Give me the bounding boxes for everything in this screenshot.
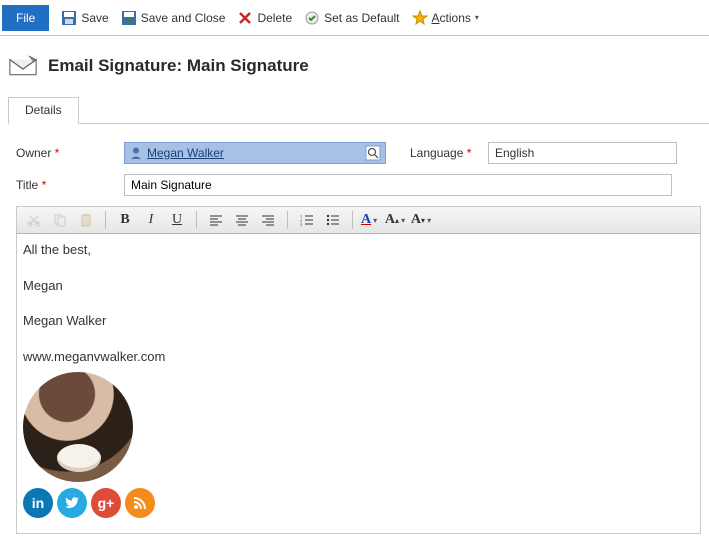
bold-button[interactable]: B: [114, 210, 136, 230]
cut-button: [23, 210, 45, 230]
caret-down-icon: ▾: [373, 216, 377, 225]
tab-details[interactable]: Details: [8, 97, 79, 124]
signature-line: Megan Walker: [23, 311, 694, 331]
star-icon: [412, 10, 428, 26]
font-size-up-button[interactable]: A▴▾: [387, 210, 409, 230]
owner-label: Owner *: [16, 146, 116, 160]
separator: [352, 211, 353, 229]
language-field[interactable]: English: [488, 142, 677, 164]
file-menu[interactable]: File: [2, 5, 49, 31]
separator: [287, 211, 288, 229]
tab-strip: Details: [8, 96, 709, 124]
actions-label: AActionsctions: [432, 11, 471, 25]
copy-button: [49, 210, 71, 230]
caret-down-icon: ▾: [427, 216, 431, 225]
italic-button[interactable]: I: [140, 210, 162, 230]
owner-lookup[interactable]: Megan Walker: [124, 142, 386, 164]
rss-icon[interactable]: [125, 488, 155, 518]
language-value: English: [495, 146, 534, 160]
details-form: Owner * Megan Walker Language * English …: [0, 124, 709, 542]
title-input[interactable]: [124, 174, 672, 196]
delete-label: Delete: [257, 11, 292, 25]
signature-line: Megan: [23, 276, 694, 296]
align-left-button[interactable]: [205, 210, 227, 230]
caret-down-icon: ▾: [475, 13, 479, 22]
paste-button: [75, 210, 97, 230]
page-title: Email Signature: Main Signature: [48, 56, 309, 76]
envelope-icon: [8, 54, 38, 78]
owner-value[interactable]: Megan Walker: [147, 146, 361, 160]
title-row: Title *: [16, 174, 701, 196]
googleplus-icon[interactable]: g+: [91, 488, 121, 518]
align-right-button[interactable]: [257, 210, 279, 230]
editor-body[interactable]: All the best, Megan Megan Walker www.meg…: [16, 234, 701, 534]
editor-toolbar: B I U 123 A▾ A▴▾ A▾▾: [16, 206, 701, 234]
social-icons: in g+: [23, 488, 694, 518]
avatar-image: [23, 372, 133, 482]
delete-icon: [237, 10, 253, 26]
delete-button[interactable]: Delete: [237, 10, 292, 26]
language-label: Language *: [410, 146, 480, 160]
underline-button[interactable]: U: [166, 210, 188, 230]
actions-menu[interactable]: AActionsctions ▾: [412, 10, 479, 26]
owner-row: Owner * Megan Walker Language * English: [16, 142, 701, 164]
separator: [196, 211, 197, 229]
person-icon: [129, 146, 143, 160]
title-label: Title *: [16, 178, 116, 192]
signature-line: All the best,: [23, 240, 694, 260]
check-icon: [304, 10, 320, 26]
caret-down-icon: ▾: [401, 216, 405, 225]
page-header: Email Signature: Main Signature: [0, 36, 709, 90]
svg-text:3: 3: [300, 222, 302, 226]
twitter-icon[interactable]: [57, 488, 87, 518]
save-icon: [61, 10, 77, 26]
save-button[interactable]: Save: [61, 10, 108, 26]
lookup-search-icon[interactable]: [365, 145, 381, 161]
separator: [105, 211, 106, 229]
set-default-label: Set as Default: [324, 11, 399, 25]
signature-url: www.meganvwalker.com: [23, 347, 694, 367]
rich-text-editor: B I U 123 A▾ A▴▾ A▾▾ All the best, Megan…: [16, 206, 701, 534]
font-color-button[interactable]: A▾: [361, 210, 383, 230]
command-bar: File Save Save and Close Delete Set as D…: [0, 0, 709, 36]
save-close-button[interactable]: Save and Close: [121, 10, 226, 26]
numbered-list-button[interactable]: 123: [296, 210, 318, 230]
save-label: Save: [81, 11, 108, 25]
font-size-down-button[interactable]: A▾▾: [413, 210, 435, 230]
save-close-label: Save and Close: [141, 11, 226, 25]
set-default-button[interactable]: Set as Default: [304, 10, 399, 26]
linkedin-icon[interactable]: in: [23, 488, 53, 518]
align-center-button[interactable]: [231, 210, 253, 230]
save-close-icon: [121, 10, 137, 26]
bullet-list-button[interactable]: [322, 210, 344, 230]
